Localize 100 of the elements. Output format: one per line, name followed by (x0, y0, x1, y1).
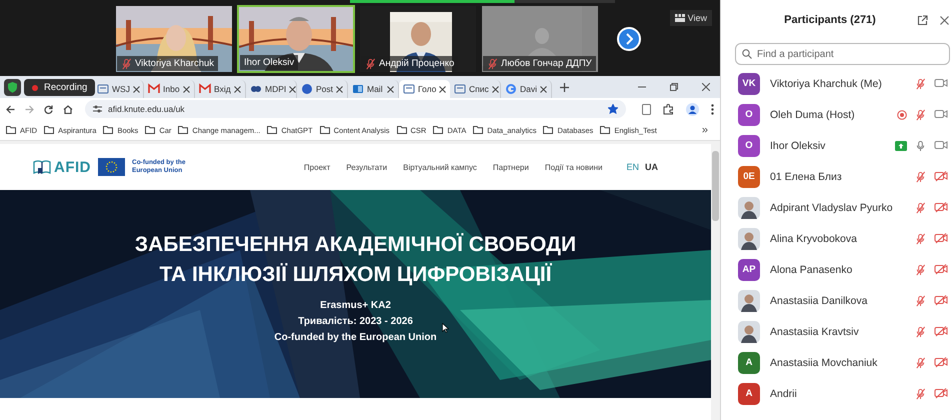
participant-name: Ihor Oleksiv (244, 57, 294, 68)
next-page-button[interactable] (617, 27, 641, 51)
address-field[interactable]: afid.knute.edu.ua/uk (85, 100, 626, 118)
avatar: O (738, 134, 760, 156)
participant-row[interactable]: Anastasiia Kravtsiv (721, 316, 952, 347)
close-icon[interactable] (702, 83, 710, 91)
participant-name: Anastasiia Kravtsiv (770, 326, 860, 338)
search-field[interactable]: Find a participant (735, 43, 950, 65)
nav-link[interactable]: Події та новини (544, 162, 602, 172)
participant-name: Viktoriya Kharchuk (135, 58, 214, 69)
recording-label: Recording (44, 82, 88, 93)
nav-link[interactable]: Партнери (492, 162, 529, 172)
participant-row[interactable]: 0E 01 Елена Близ (721, 161, 952, 192)
tab-title: Post (316, 84, 334, 94)
avatar (738, 290, 760, 312)
add-icon[interactable] (560, 82, 569, 92)
close-icon[interactable] (540, 86, 548, 92)
home-icon[interactable] (63, 104, 73, 114)
tab-title: Inbo (163, 84, 180, 94)
participant-name: Oleh Duma (Host) (770, 108, 856, 120)
tune-icon[interactable] (93, 105, 102, 113)
participant-row[interactable]: O Oleh Duma (Host) (721, 99, 952, 130)
tab-title: Davi (520, 84, 538, 94)
folder-icon (543, 126, 554, 134)
close-icon[interactable] (132, 86, 140, 92)
folder-icon (44, 126, 54, 134)
panel-title: Participants (271) (783, 14, 877, 26)
cursor-icon (442, 323, 449, 333)
close-icon[interactable] (492, 86, 499, 92)
folder-icon (600, 126, 610, 134)
participant-row[interactable]: O Ihor Oleksiv (721, 130, 952, 161)
folder-icon (145, 126, 156, 134)
close-icon[interactable] (439, 86, 446, 92)
hero-subtitle: Erasmus+ KA2 (320, 299, 391, 313)
scroll-thumb[interactable] (712, 151, 719, 221)
nav-link[interactable]: Проект (304, 162, 330, 172)
folder-icon (103, 126, 114, 134)
avatar (738, 320, 760, 342)
folder-icon (178, 126, 188, 134)
participant-row[interactable]: A Andrii (721, 378, 952, 409)
tab-title: Вхід (214, 84, 231, 94)
tab-title: Mail (367, 84, 384, 94)
participant-row[interactable]: VK Viktoriya Kharchuk (Me) (721, 68, 952, 99)
close-icon[interactable] (387, 86, 394, 92)
filled-star-icon[interactable] (608, 104, 618, 114)
profile-icon[interactable] (686, 102, 699, 116)
tab-title: WSJ (112, 84, 130, 94)
close-icon[interactable] (289, 86, 296, 92)
document-icon[interactable] (642, 104, 651, 114)
hero-subtitle: Тривалість: 2023 - 2026 (298, 315, 413, 329)
language-link[interactable]: UA (645, 162, 658, 172)
back-icon[interactable] (6, 104, 15, 114)
folder-icon (6, 126, 16, 134)
logo-text: AFID (54, 158, 91, 176)
participant-name: Alona Panasenko (770, 264, 854, 276)
participant-name: Ihor Oleksiv (770, 140, 826, 152)
restore-icon[interactable] (670, 83, 678, 91)
nav-link[interactable]: Віртуальний кампус (403, 162, 477, 172)
participant-row[interactable]: AP Alona Panasenko (721, 254, 952, 285)
participant-name: 01 Елена Близ (770, 170, 843, 182)
folder-icon (473, 126, 484, 134)
participant-row[interactable]: Adpirant Vladyslav Pyurko (721, 192, 952, 223)
participant-name: Любов Гончар ДДПУ (501, 58, 592, 69)
avatar (738, 228, 760, 250)
mail-icon (148, 83, 160, 95)
popout-icon[interactable] (917, 14, 928, 26)
participant-name: Anastasiia Danilkova (770, 294, 868, 306)
more-bookmarks-button[interactable]: » (702, 124, 708, 136)
avatar: O (738, 104, 760, 126)
hero-title: ТА ІНКЛЮЗІЇ ШЛЯХОМ ЦИФРОВІЗАЦІЇ (159, 262, 552, 288)
shield-icon (4, 79, 21, 96)
close-icon[interactable] (940, 16, 949, 24)
folder-icon (320, 126, 330, 134)
avatar: VK (738, 72, 760, 94)
search-icon (742, 49, 752, 59)
mail-icon (199, 83, 211, 95)
participant-row[interactable]: A Anastasiia Movchaniuk (721, 347, 952, 378)
hero-title: ЗАБЕЗПЕЧЕННЯ АКАДЕМІЧНОЇ СВОБОДИ (134, 232, 576, 258)
avatar: 0E (738, 166, 760, 188)
language-link[interactable]: EN (626, 162, 639, 172)
folder-icon (267, 126, 278, 134)
browser-tab[interactable]: Голо (399, 80, 450, 98)
folder-icon (433, 126, 444, 134)
close-icon[interactable] (336, 86, 344, 92)
participant-row[interactable]: Anastasiia Danilkova (721, 285, 952, 316)
participant-name: Viktoriya Kharchuk (Me) (770, 78, 883, 90)
close-icon[interactable] (183, 86, 190, 92)
participant-name: Adpirant Vladyslav Pyurko (770, 202, 894, 214)
close-icon[interactable] (234, 86, 241, 92)
reload-icon[interactable] (44, 104, 53, 114)
participant-row[interactable]: Alina Kryvobokova (721, 223, 952, 254)
view-button[interactable]: View (670, 10, 712, 26)
puzzle-icon[interactable] (663, 104, 674, 114)
chevron-right-icon (625, 33, 633, 45)
more-icon[interactable] (711, 104, 714, 114)
avatar (738, 196, 760, 218)
grid-icon (674, 14, 685, 22)
scrollbar[interactable] (711, 141, 720, 420)
participant-name: Alina Kryvobokova (770, 232, 858, 244)
nav-link[interactable]: Результати (346, 162, 388, 172)
